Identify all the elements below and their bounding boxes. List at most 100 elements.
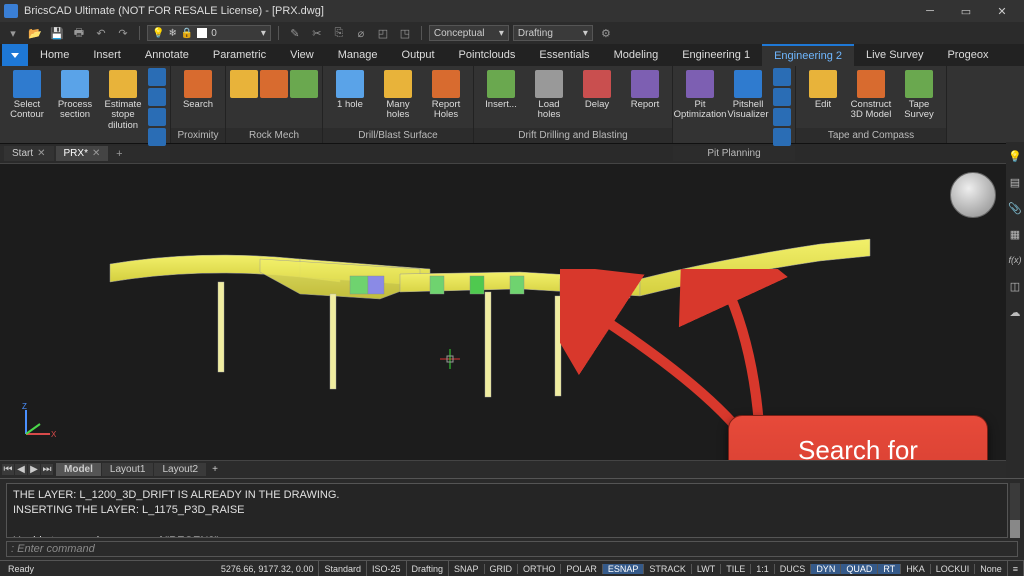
add-layout-button[interactable]: + [206, 463, 224, 476]
small-tool-icon[interactable] [148, 108, 166, 126]
command-input[interactable]: : Enter command [6, 541, 1018, 557]
ribbon-icon-button[interactable] [290, 68, 318, 102]
app-menu-button[interactable] [2, 44, 28, 66]
ribbon-icon-button[interactable] [260, 68, 288, 102]
ribbon-tab-progeox[interactable]: Progeox [935, 44, 1000, 66]
ribbon-button-construct-3d-model[interactable]: Construct 3D Model [848, 68, 894, 123]
visual-style-dropdown[interactable]: Conceptual▾ [429, 25, 509, 41]
ribbon-icon-button[interactable] [230, 68, 258, 102]
layout-tab-layout1[interactable]: Layout1 [102, 463, 154, 476]
status-toggle-hka[interactable]: HKA [901, 564, 931, 574]
ribbon-button-process-section[interactable]: Process section [52, 68, 98, 123]
small-tool-icon[interactable] [773, 108, 791, 126]
ribbon-button-pitshell-visualizer[interactable]: Pitshell Visualizer [725, 68, 771, 123]
ribbon-button-search[interactable]: Search [175, 68, 221, 112]
minimize-button[interactable]: ─ [912, 0, 948, 22]
command-scrollbar[interactable] [1010, 483, 1020, 538]
tool-icon[interactable]: ◳ [396, 24, 414, 42]
undo-icon[interactable]: ↶ [92, 24, 110, 42]
status-toggle-rt[interactable]: RT [878, 564, 901, 574]
lightbulb-icon[interactable]: 💡 [1009, 150, 1021, 162]
attach-icon[interactable]: 📎 [1009, 202, 1021, 214]
ribbon-button-tape-survey[interactable]: Tape Survey [896, 68, 942, 123]
tool-icon[interactable]: ✎ [286, 24, 304, 42]
ribbon-tab-pointclouds[interactable]: Pointclouds [447, 44, 528, 66]
ribbon-tab-engineering-2[interactable]: Engineering 2 [762, 44, 854, 66]
close-button[interactable]: ✕ [984, 0, 1020, 22]
doc-tab-prx[interactable]: PRX*✕ [56, 146, 109, 161]
status-toggle-lwt[interactable]: LWT [692, 564, 721, 574]
layout-tab-model[interactable]: Model [56, 463, 101, 476]
redo-icon[interactable]: ↷ [114, 24, 132, 42]
ribbon-tab-manage[interactable]: Manage [326, 44, 390, 66]
add-doc-tab-button[interactable]: + [110, 148, 128, 160]
small-tool-icon[interactable] [148, 128, 166, 146]
layout-tab-layout2[interactable]: Layout2 [154, 463, 206, 476]
layout-first-icon[interactable]: ⏮ [2, 464, 14, 475]
status-iso[interactable]: ISO-25 [367, 561, 407, 576]
ribbon-button-report[interactable]: Report [622, 68, 668, 112]
save-icon[interactable]: 💾 [48, 24, 66, 42]
ribbon-button-insert-[interactable]: Insert... [478, 68, 524, 112]
layout-prev-icon[interactable]: ◀ [15, 464, 27, 475]
view-cube[interactable] [950, 172, 996, 218]
ribbon-tab-home[interactable]: Home [28, 44, 81, 66]
tool-icon[interactable]: ⌀ [352, 24, 370, 42]
status-standard[interactable]: Standard [319, 561, 367, 576]
ribbon-tab-live-survey[interactable]: Live Survey [854, 44, 935, 66]
status-toggle-snap[interactable]: SNAP [449, 564, 485, 574]
status-toggle-strack[interactable]: STRACK [644, 564, 692, 574]
ribbon-button-pit-optimization[interactable]: Pit Optimization [677, 68, 723, 123]
grid-icon[interactable]: ▦ [1009, 228, 1021, 240]
fx-icon[interactable]: f(x) [1009, 254, 1021, 266]
status-annoscale[interactable]: None [975, 561, 1008, 576]
status-toggle-1:1[interactable]: 1:1 [751, 564, 775, 574]
ribbon-button-1-hole[interactable]: 1 hole [327, 68, 373, 112]
status-toggle-dyn[interactable]: DYN [811, 564, 841, 574]
cloud-icon[interactable]: ☁ [1009, 306, 1021, 318]
small-tool-icon[interactable] [773, 88, 791, 106]
ribbon-tab-output[interactable]: Output [390, 44, 447, 66]
status-toggle-ducs[interactable]: DUCS [775, 564, 812, 574]
small-tool-icon[interactable] [148, 88, 166, 106]
status-toggle-ortho[interactable]: ORTHO [518, 564, 561, 574]
layer-selector[interactable]: 💡 ❄ 🔒 0 ▾ [147, 25, 271, 41]
status-toggle-esnap[interactable]: ESNAP [603, 564, 645, 574]
small-tool-icon[interactable] [773, 68, 791, 86]
ribbon-tab-annotate[interactable]: Annotate [133, 44, 201, 66]
ribbon-tab-parametric[interactable]: Parametric [201, 44, 278, 66]
print-icon[interactable]: 🖶 [70, 24, 88, 42]
ribbon-tab-view[interactable]: View [278, 44, 326, 66]
layout-next-icon[interactable]: ▶ [28, 464, 40, 475]
new-icon[interactable]: ▾ [4, 24, 22, 42]
gear-icon[interactable]: ⚙ [597, 24, 615, 42]
layers-icon[interactable]: ▤ [1009, 176, 1021, 188]
close-tab-icon[interactable]: ✕ [92, 148, 100, 159]
status-workspace[interactable]: Drafting [407, 561, 450, 576]
ribbon-button-report-holes[interactable]: Report Holes [423, 68, 469, 123]
ribbon-button-load-holes[interactable]: Load holes [526, 68, 572, 123]
window-icon[interactable]: ◫ [1009, 280, 1021, 292]
ribbon-button-delay[interactable]: Delay [574, 68, 620, 112]
ribbon-button-edit[interactable]: Edit [800, 68, 846, 112]
status-toggle-tile[interactable]: TILE [721, 564, 751, 574]
layout-last-icon[interactable]: ⏭ [41, 464, 53, 475]
ribbon-tab-modeling[interactable]: Modeling [602, 44, 671, 66]
ribbon-tab-engineering-1[interactable]: Engineering 1 [670, 44, 762, 66]
status-toggle-lockui[interactable]: LOCKUI [931, 564, 976, 574]
workspace-dropdown[interactable]: Drafting▾ [513, 25, 593, 41]
ribbon-tab-insert[interactable]: Insert [81, 44, 133, 66]
ribbon-button-estimate-stope-dilution[interactable]: Estimate stope dilution [100, 68, 146, 133]
tool-icon[interactable]: ✂ [308, 24, 326, 42]
maximize-button[interactable]: ▭ [948, 0, 984, 22]
doc-tab-start[interactable]: Start✕ [4, 146, 54, 161]
model-viewport[interactable]: Z X Search for intersections nearby [0, 164, 1006, 460]
ribbon-tab-essentials[interactable]: Essentials [527, 44, 601, 66]
tool-icon[interactable]: ◰ [374, 24, 392, 42]
tool-icon[interactable]: ⎘ [330, 24, 348, 42]
small-tool-icon[interactable] [148, 68, 166, 86]
status-toggle-grid[interactable]: GRID [485, 564, 519, 574]
status-toggle-quad[interactable]: QUAD [841, 564, 878, 574]
open-icon[interactable]: 📂 [26, 24, 44, 42]
small-tool-icon[interactable] [773, 128, 791, 146]
